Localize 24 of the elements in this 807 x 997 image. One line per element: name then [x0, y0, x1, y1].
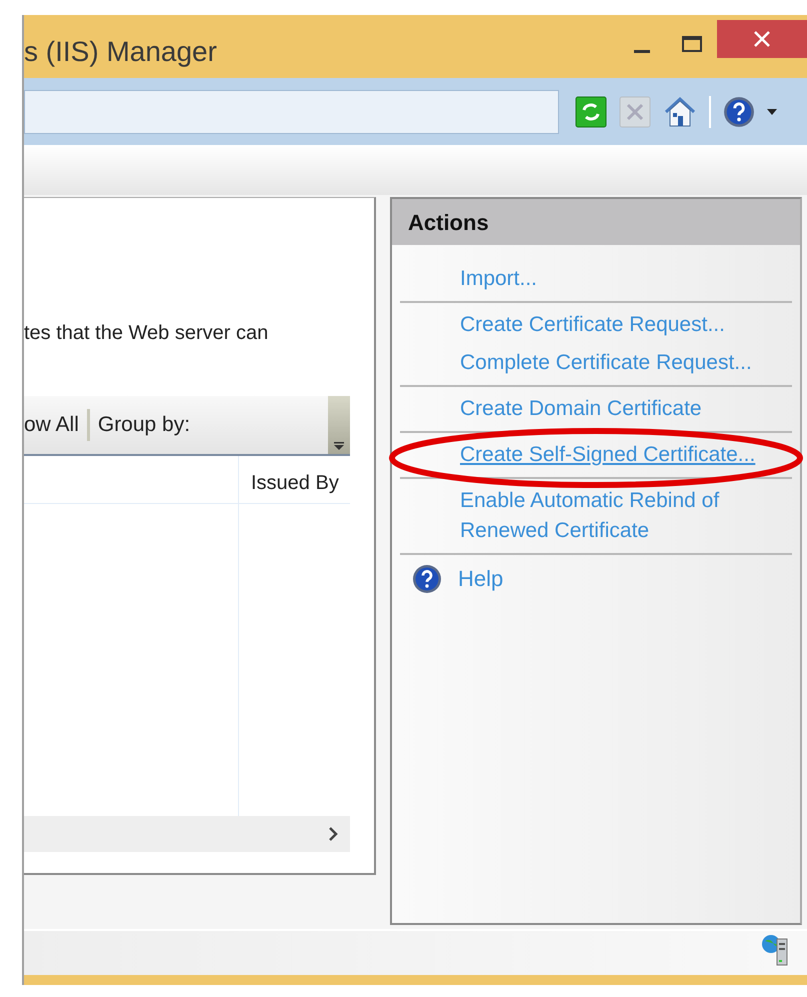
- help-icon: [723, 96, 755, 128]
- caret-icon[interactable]: [767, 108, 777, 114]
- close-icon: [753, 30, 771, 48]
- toolbar-button[interactable]: Group by:: [98, 409, 190, 441]
- help-link[interactable]: Help: [458, 562, 504, 595]
- action-link[interactable]: Enable Automatic Rebind of Renewed Certificate: [460, 486, 784, 546]
- chevron-right-icon[interactable]: [328, 827, 338, 841]
- toolbar-button[interactable]: ow All: [24, 409, 79, 441]
- window-title: s (IIS) Manager: [24, 35, 218, 69]
- actions-header: Actions: [392, 199, 800, 245]
- action-link[interactable]: Complete Certificate Request...: [460, 348, 752, 378]
- caret-icon: [334, 442, 344, 450]
- description-text: tes that the Web server can: [24, 321, 270, 346]
- action-link[interactable]: Create Domain Certificate: [460, 394, 702, 424]
- action-link[interactable]: Import...: [460, 264, 538, 294]
- horizontal-scrollbar[interactable]: [24, 816, 350, 852]
- help-icon: [412, 564, 442, 594]
- column-header[interactable]: Issued By: [239, 456, 350, 503]
- dropdown-button[interactable]: [328, 396, 350, 454]
- action-link[interactable]: Create Certificate Request...: [460, 310, 725, 340]
- close-button[interactable]: [717, 20, 807, 58]
- refresh-icon[interactable]: [575, 96, 607, 128]
- home-icon[interactable]: [663, 94, 697, 128]
- address-field[interactable]: [24, 90, 559, 134]
